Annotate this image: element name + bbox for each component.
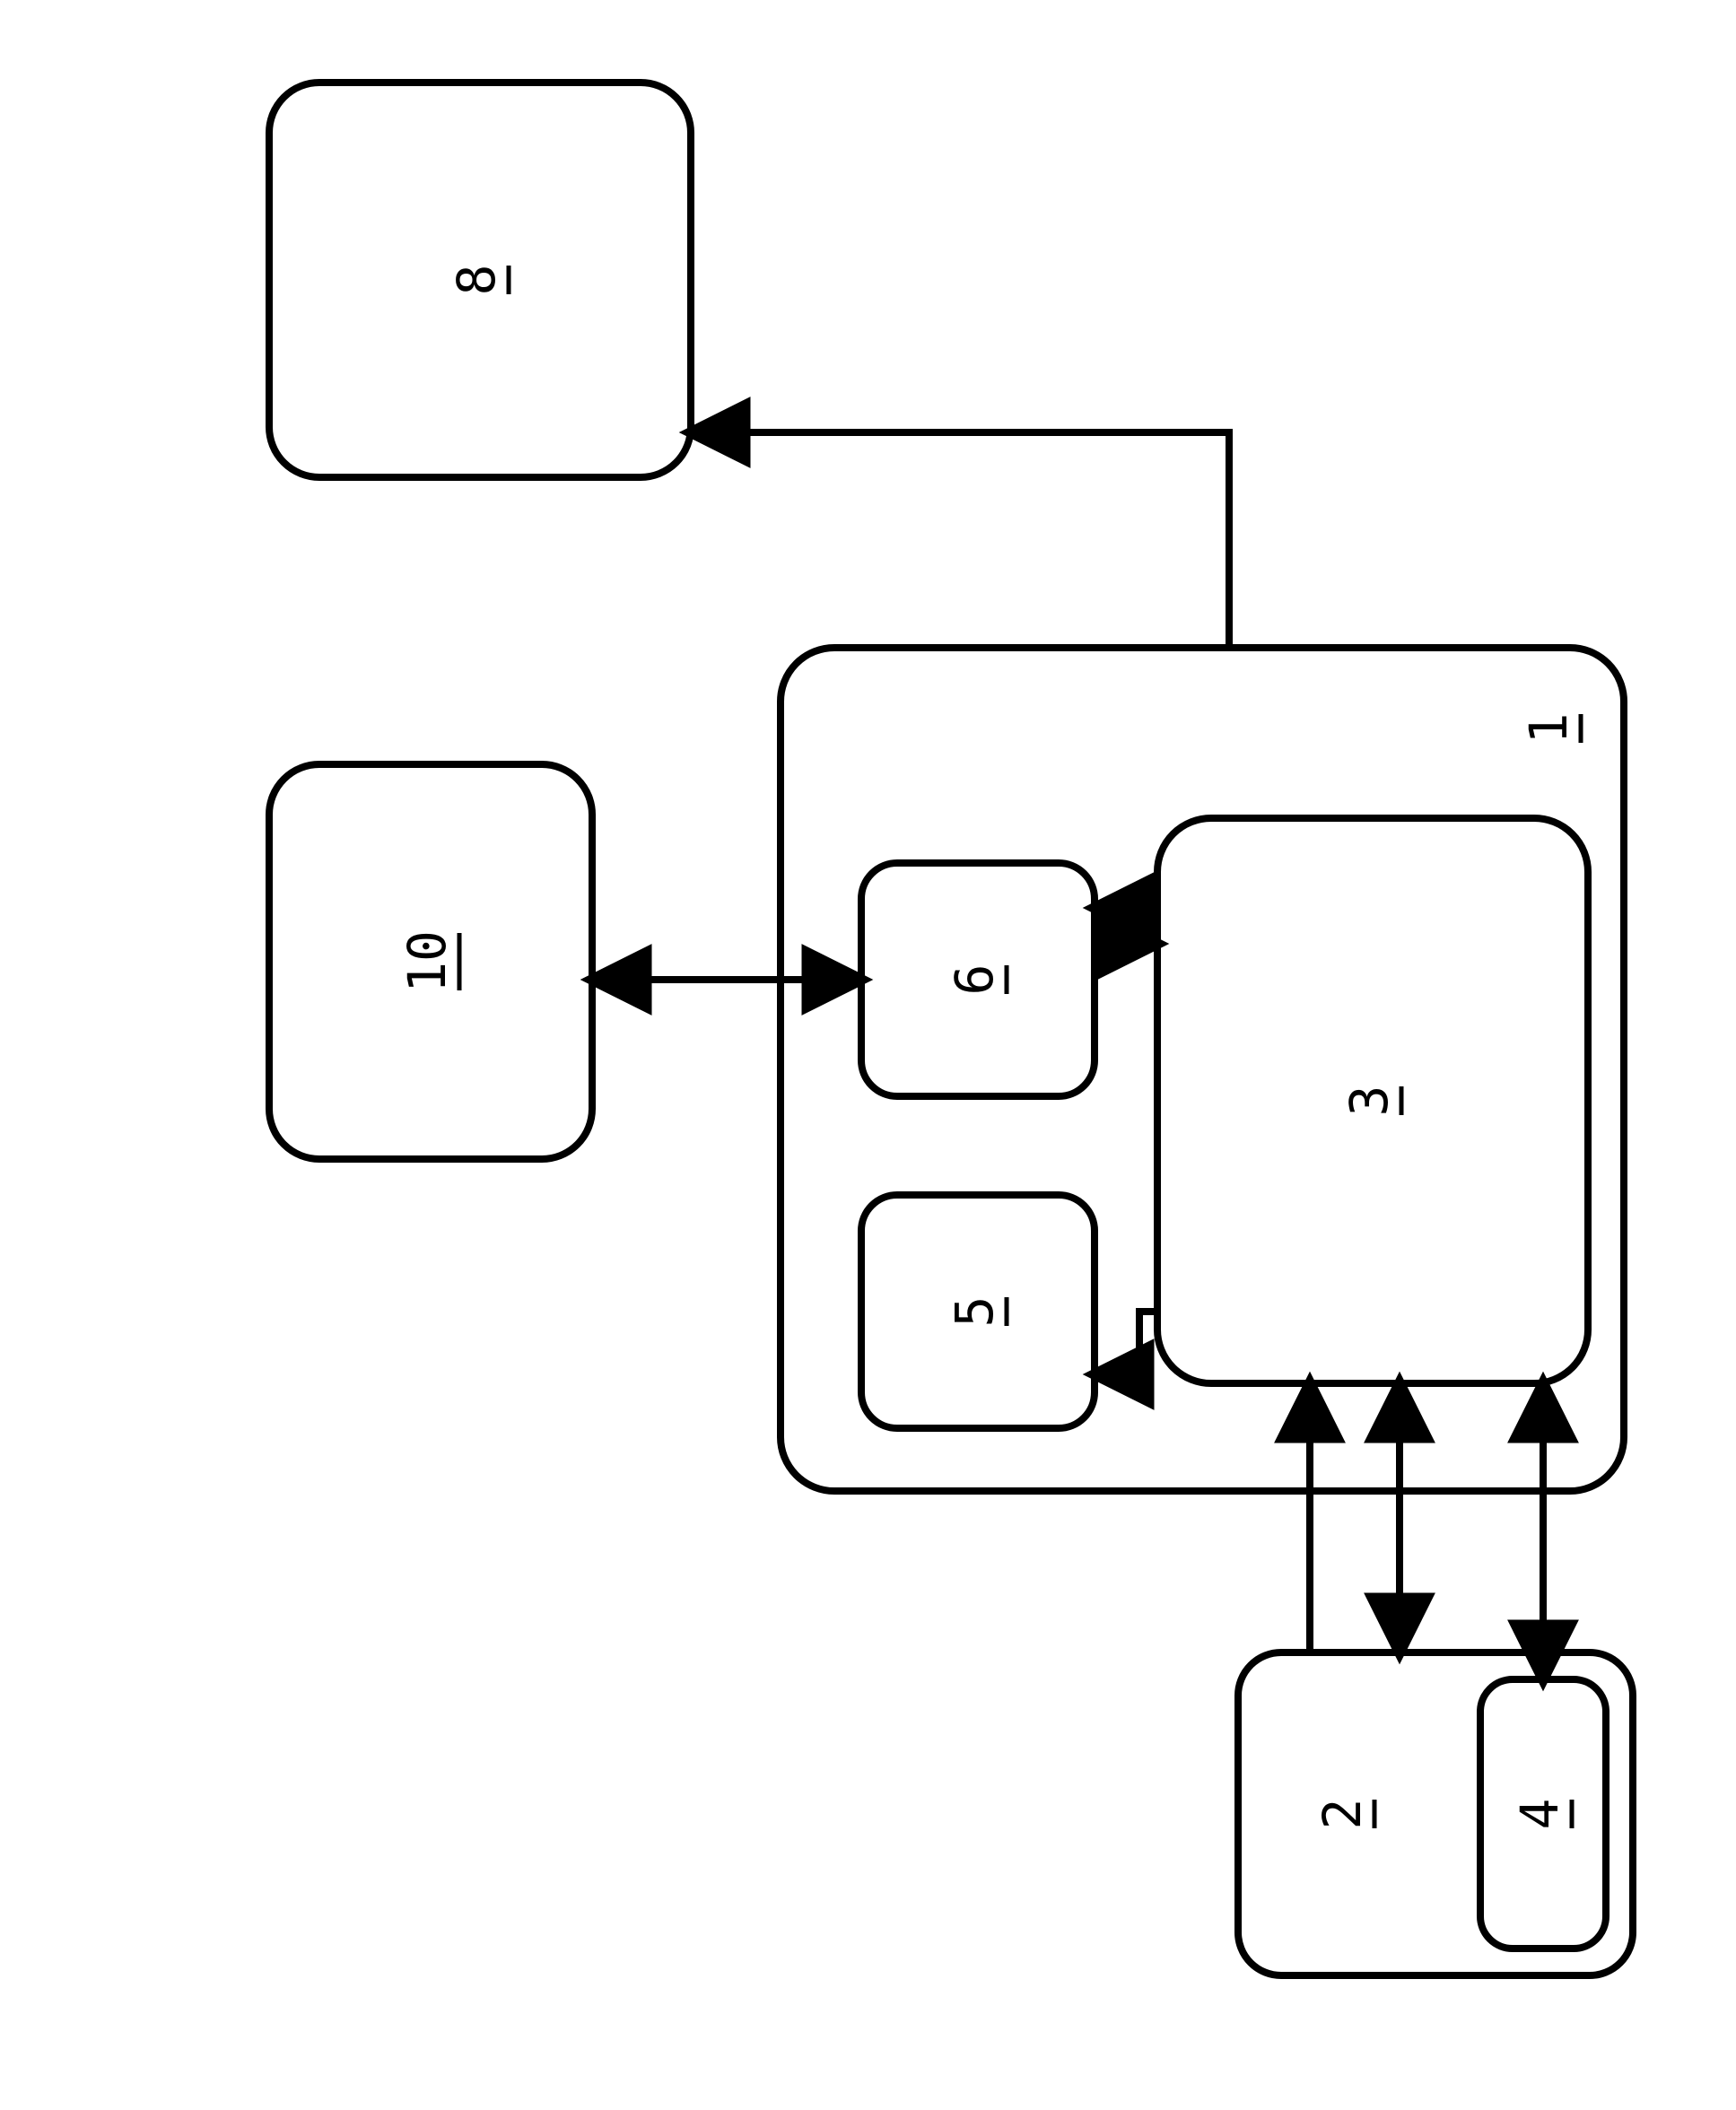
diagram-canvas: 2 4 1 5 6 3 10 8: [0, 0, 1736, 2110]
block-6-label: 6: [944, 964, 1005, 996]
arrow-3-6-bi: [1095, 908, 1157, 944]
block-1-label: 1: [1518, 713, 1579, 745]
block-2-label: 2: [1312, 1799, 1373, 1830]
block-4-label: 4: [1509, 1799, 1570, 1830]
block-10-label: 10: [397, 930, 458, 993]
block-3-label: 3: [1339, 1086, 1400, 1117]
arrow-3-to-5: [1095, 1312, 1157, 1374]
arrow-1-to-8: [691, 432, 1229, 648]
block-1: [781, 648, 1624, 1491]
block-5-label: 5: [944, 1296, 1005, 1328]
block-8-label: 8: [446, 265, 507, 296]
